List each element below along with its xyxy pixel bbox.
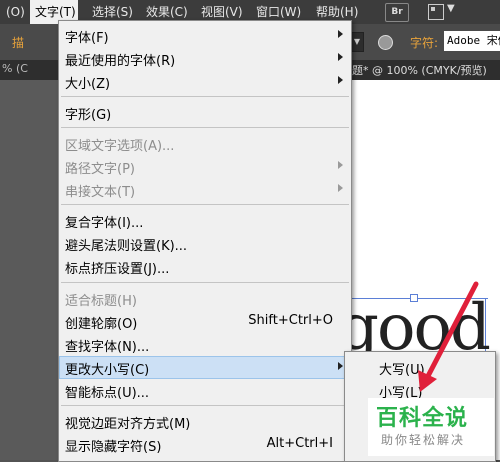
watermark-subtitle: 助你轻松解决 <box>381 433 466 447</box>
watermark-logo: 百科全说 助你轻松解决 <box>368 398 494 456</box>
watermark-title: 百科全说 <box>376 406 469 431</box>
annotation-arrow-icon <box>418 281 479 392</box>
